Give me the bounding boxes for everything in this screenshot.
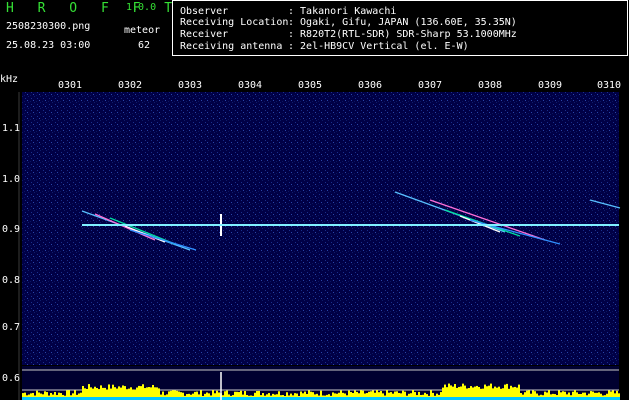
x-tick-label: 0302 [118,80,143,91]
spectrogram-window: H R O F F T 1.0.0 2508230300.png 25.08.2… [0,0,629,400]
x-tick-label: 0310 [597,80,622,91]
y-axis-unit: kHz [0,74,19,85]
y-tick-label: 0.8 [2,275,21,286]
x-tick-label: 0303 [178,80,203,91]
spectrogram-area [22,92,619,365]
y-tick-label: 0.6 [2,373,21,384]
y-tick-label: 1.1 [2,123,21,134]
x-tick-label: 0301 [58,80,83,91]
x-tick-label: 0309 [538,80,563,91]
y-tick-label: 1.0 [2,174,21,185]
y-tick-label: 0.7 [2,322,21,333]
x-tick-label: 0306 [358,80,383,91]
x-tick-label: 0307 [418,80,443,91]
y-tick-label: 0.9 [2,224,21,235]
x-tick-label: 0304 [238,80,263,91]
spectrogram-plot [18,92,621,400]
x-tick-label: 0308 [478,80,503,91]
x-tick-label: 0305 [298,80,323,91]
